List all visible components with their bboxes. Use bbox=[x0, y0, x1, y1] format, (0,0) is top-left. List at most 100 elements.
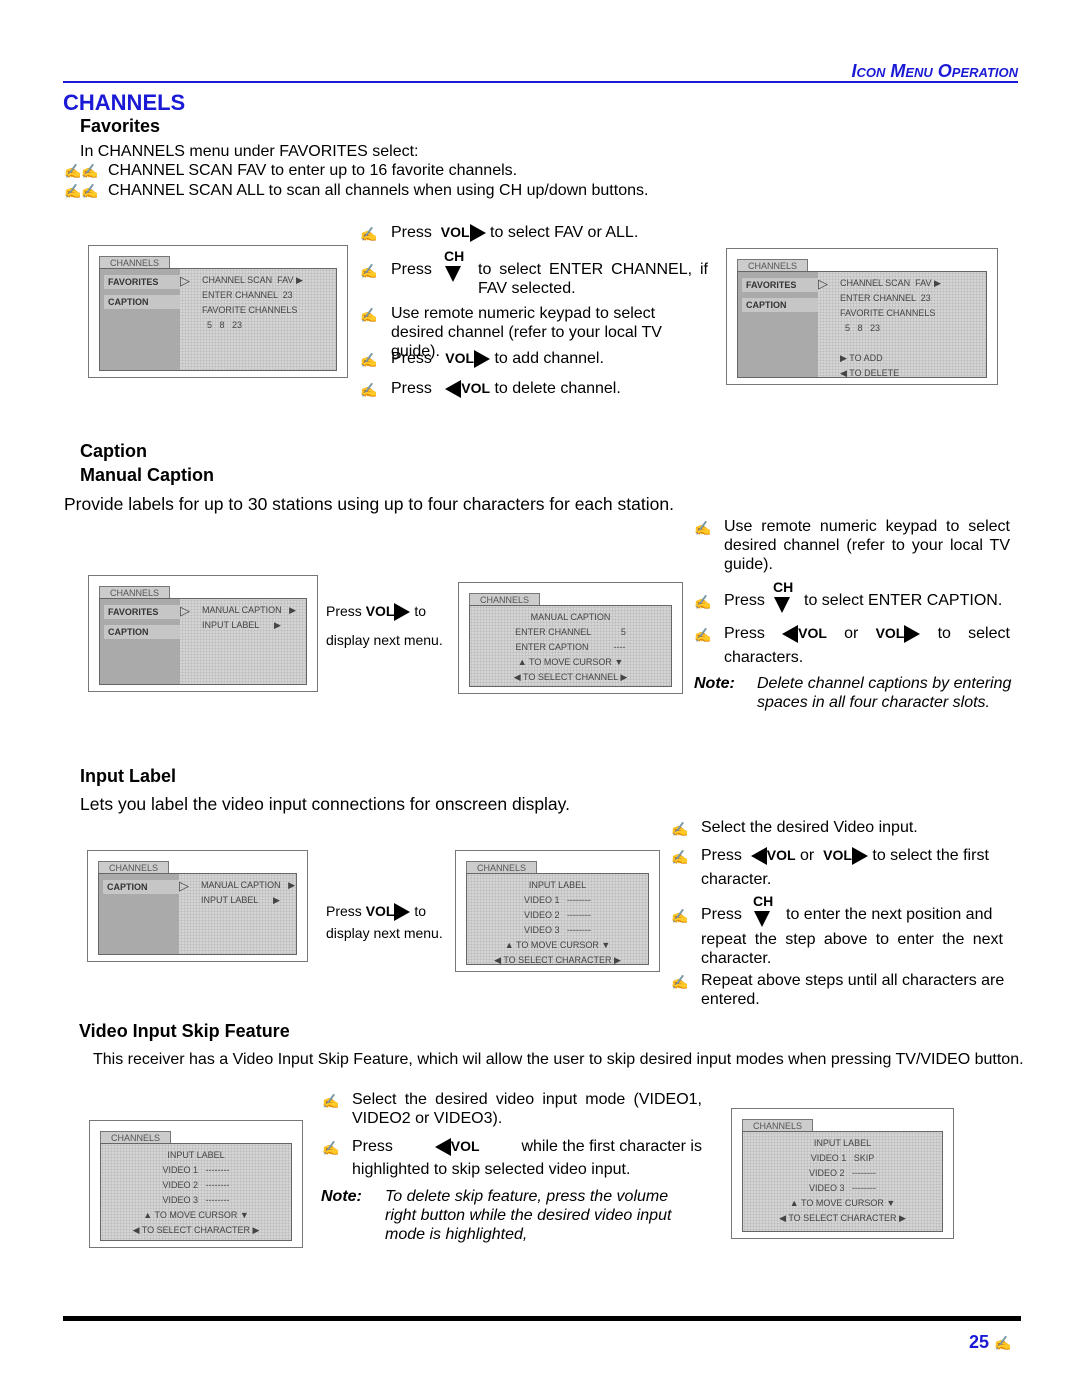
menu-line: ◀ TO DELETE bbox=[840, 368, 900, 378]
bullet-icon: ✍ bbox=[694, 520, 712, 536]
menu-line: VIDEO 2 -------- bbox=[524, 910, 591, 920]
favorites-bullet: CHANNEL SCAN ALL to scan all channels wh… bbox=[108, 182, 649, 199]
menu-line: VIDEO 1 SKIP bbox=[810, 1153, 875, 1163]
menu-line: VIDEO 3 -------- bbox=[524, 925, 591, 935]
menu-line: ▲ TO MOVE CURSOR ▼ bbox=[143, 1210, 249, 1220]
bullet-icon: ✍ bbox=[322, 1140, 340, 1156]
pointer-icon: ▷ bbox=[180, 273, 190, 288]
manual-caption-heading: Manual Caption bbox=[80, 465, 214, 485]
vol-right-icon bbox=[904, 624, 921, 643]
favorites-intro: In CHANNELS menu under FAVORITES select: bbox=[80, 143, 419, 160]
menu-item: CAPTION bbox=[742, 298, 818, 312]
ch-down-icon bbox=[774, 597, 790, 613]
bullet-icon: ✍ bbox=[360, 352, 378, 368]
bullet-icon: ✍ bbox=[360, 307, 378, 323]
menu-line: ENTER CHANNEL 5 bbox=[515, 627, 626, 637]
favorites-bullet: CHANNEL SCAN FAV to enter up to 16 favor… bbox=[108, 162, 518, 179]
menu-line: ◀ TO SELECT CHARACTER ▶ bbox=[779, 1213, 906, 1223]
menu-line bbox=[840, 336, 941, 351]
vol-right-icon bbox=[469, 223, 486, 242]
vol-left-icon bbox=[445, 379, 462, 398]
vol-right-icon bbox=[474, 349, 491, 368]
osd-menu-screenshot: CHANNELS INPUT LABEL VIDEO 1 SKIP VIDEO 2 -… bbox=[731, 1108, 954, 1239]
menu-item: FAVORITES bbox=[742, 278, 818, 292]
bullet-icon: ✍ bbox=[360, 226, 378, 242]
ch-down-icon bbox=[445, 266, 461, 282]
pointer-icon: ▷ bbox=[179, 878, 189, 893]
vol-left-icon bbox=[434, 1137, 451, 1156]
vol-right-icon bbox=[394, 903, 411, 922]
bullet-icon: ✍ bbox=[694, 627, 712, 643]
vol-left-icon bbox=[782, 624, 799, 643]
manual-page: { "header":{"section":"Icon Menu Operati… bbox=[0, 0, 1080, 1397]
caption-heading: Caption bbox=[80, 441, 147, 461]
fav-step-1: Press VOL to select FAV or ALL. bbox=[391, 223, 639, 242]
favorites-heading: Favorites bbox=[80, 116, 161, 136]
menu-item: CAPTION bbox=[104, 295, 180, 309]
osd-menu-screenshot: CHANNELS MANUAL CAPTION ENTER CHANNEL 5 ENT… bbox=[458, 582, 683, 694]
bullet-icon: ✍ bbox=[360, 382, 378, 398]
page-number: 25 bbox=[969, 1332, 990, 1352]
menu-line: ◀ TO SELECT CHANNEL ▶ bbox=[513, 672, 628, 682]
menu-line: VIDEO 1 -------- bbox=[524, 895, 591, 905]
vol-right-icon bbox=[851, 846, 868, 865]
menu-line: ◀ TO SELECT CHARACTER ▶ bbox=[494, 955, 621, 965]
menu-item: FAVORITES bbox=[104, 275, 180, 289]
menu-line: VIDEO 3 -------- bbox=[162, 1195, 230, 1205]
menu-line: MANUAL CAPTION bbox=[530, 612, 611, 622]
vol-right-icon bbox=[394, 603, 411, 622]
menu-item: CAPTION bbox=[104, 625, 180, 639]
menu-line: 5 8 23 bbox=[202, 320, 243, 330]
osd-menu-screenshot: CHANNELS FAVORITES CAPTION ▷ MANUAL CAPTION … bbox=[88, 575, 318, 692]
menu-line: VIDEO 2 -------- bbox=[162, 1180, 230, 1190]
osd-menu-screenshot: CHANNELS CAPTION ▷ MANUAL CAPTION ▶ INPUT LA… bbox=[87, 850, 308, 962]
menu-line: VIDEO 1 -------- bbox=[162, 1165, 230, 1175]
menu-line: INPUT LABEL bbox=[167, 1150, 225, 1160]
pointer-icon: ▷ bbox=[818, 276, 828, 291]
menu-line: ◀ TO SELECT CHARACTER ▶ bbox=[132, 1225, 260, 1235]
menu-line: INPUT LABEL bbox=[813, 1138, 872, 1148]
menu-line: CHANNEL SCAN FAV ▶ bbox=[202, 275, 303, 285]
osd-menu-screenshot: CHANNELS FAVORITES CAPTION ▷ CHANNEL SCAN FA… bbox=[88, 245, 348, 378]
menu-line: ENTER CHANNEL 23 bbox=[202, 290, 293, 300]
bullet-icon: ✍ bbox=[694, 594, 712, 610]
menu-line: FAVORITE CHANNELS bbox=[202, 305, 298, 315]
osd-menu-screenshot: CHANNELS FAVORITES CAPTION ▷ CHANNEL SCAN FA… bbox=[726, 248, 998, 385]
skip-heading: Video Input Skip Feature bbox=[79, 1021, 290, 1041]
bullet-icon: ✍ bbox=[671, 821, 689, 837]
bullet-icon: ✍ bbox=[994, 1335, 1012, 1351]
menu-line: ▲ TO MOVE CURSOR ▼ bbox=[517, 657, 624, 667]
footer-rule bbox=[63, 1316, 1021, 1321]
input-label-heading: Input Label bbox=[80, 766, 176, 786]
menu-line: ENTER CAPTION ---- bbox=[515, 642, 626, 652]
bullet-icon: ✍ bbox=[671, 908, 689, 924]
bullet-icon: ✍ bbox=[671, 974, 689, 990]
vol-left-icon bbox=[750, 846, 767, 865]
menu-line: ▶ TO ADD bbox=[840, 353, 883, 363]
menu-line: 5 8 23 bbox=[840, 323, 881, 333]
bullet-icon: ✍ bbox=[360, 263, 378, 279]
osd-menu-screenshot: CHANNELS INPUT LABEL VIDEO 1 -------- VIDEO… bbox=[455, 850, 660, 972]
menu-line: INPUT LABEL ▶ bbox=[201, 895, 280, 905]
bullet-icon: ✍ bbox=[322, 1093, 340, 1109]
bullet-icon: ✍✍ bbox=[64, 183, 99, 199]
menu-line: VIDEO 2 -------- bbox=[809, 1168, 876, 1178]
page-title: CHANNELS bbox=[63, 90, 186, 115]
menu-line: ▲ TO MOVE CURSOR ▼ bbox=[789, 1198, 896, 1208]
bullet-icon: ✍ bbox=[671, 849, 689, 865]
menu-item: FAVORITES bbox=[104, 605, 180, 619]
osd-menu-screenshot: CHANNELS INPUT LABEL VIDEO 1 -------- VIDEO… bbox=[89, 1120, 303, 1248]
menu-line: FAVORITE CHANNELS bbox=[840, 308, 936, 318]
menu-line: CHANNEL SCAN FAV ▶ bbox=[840, 278, 941, 288]
menu-line: MANUAL CAPTION ▶ bbox=[201, 880, 296, 890]
menu-item: CAPTION bbox=[103, 880, 179, 894]
menu-line: VIDEO 3 -------- bbox=[809, 1183, 876, 1193]
menu-line: ENTER CHANNEL 23 bbox=[840, 293, 931, 303]
menu-line: INPUT LABEL ▶ bbox=[202, 620, 281, 630]
section-header: Icon Menu Operation bbox=[851, 61, 1018, 81]
menu-line: ▲ TO MOVE CURSOR ▼ bbox=[504, 940, 611, 950]
menu-line: MANUAL CAPTION ▶ bbox=[202, 605, 297, 615]
pointer-icon: ▷ bbox=[180, 603, 190, 618]
bullet-icon: ✍✍ bbox=[64, 163, 99, 179]
menu-line: INPUT LABEL bbox=[528, 880, 587, 890]
